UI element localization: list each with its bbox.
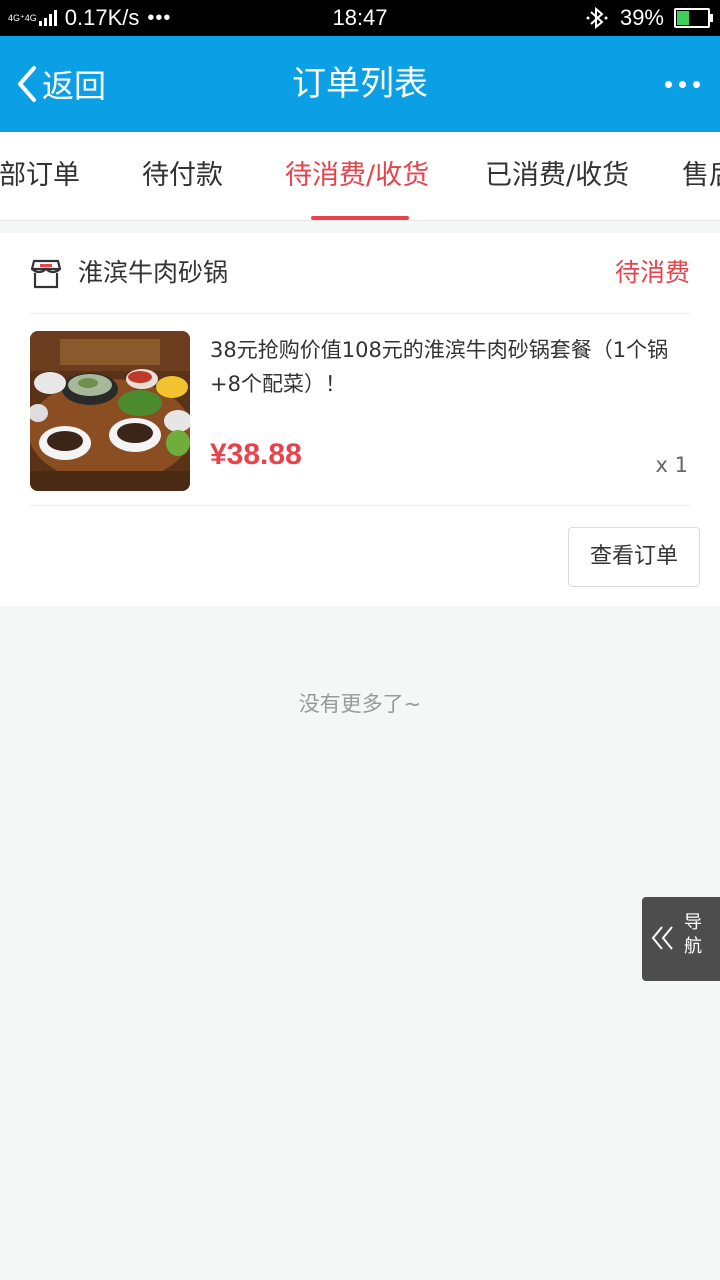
- shop-header[interactable]: 淮滨牛肉砂锅 待消费: [30, 233, 690, 314]
- battery-icon: [674, 8, 713, 28]
- store-icon: [30, 259, 62, 289]
- order-tabs: 全部订单 待付款 待消费/收货 已消费/收货 售后: [0, 132, 720, 221]
- shop-name: 淮滨牛肉砂锅: [78, 258, 229, 287]
- active-tab-indicator: [311, 216, 409, 220]
- status-bar: 4G⁺4G 0.17K/s ••• 18:47 39%: [0, 0, 720, 36]
- status-right: 39%: [584, 0, 713, 36]
- nav-float-button[interactable]: 导航: [642, 897, 720, 981]
- tab-consumed[interactable]: 已消费/收货: [485, 132, 629, 220]
- tab-pending-consumption[interactable]: 待消费/收货: [285, 132, 429, 220]
- battery-fill: [677, 11, 690, 25]
- product-quantity: x 1: [655, 453, 688, 477]
- tab-pending-payment[interactable]: 待付款: [142, 132, 223, 220]
- page-title: 订单列表: [292, 64, 428, 104]
- nav-float-label: 导航: [684, 912, 702, 957]
- more-icon: [658, 80, 700, 88]
- order-status: 待消费: [614, 258, 690, 287]
- bluetooth-icon: [586, 6, 608, 30]
- product-price: ¥38.88: [210, 438, 302, 471]
- product-photo: [30, 331, 190, 491]
- product-title[interactable]: 38元抢购价值108元的淮滨牛肉砂锅套餐（1个锅+8个配菜）！: [210, 333, 690, 401]
- double-chevron-left-icon: [651, 926, 673, 950]
- view-order-button[interactable]: 查看订单: [568, 527, 700, 587]
- tab-all-orders[interactable]: 全部订单: [0, 132, 80, 220]
- product-image[interactable]: [30, 331, 190, 491]
- app-header: 返回 订单列表: [0, 36, 720, 132]
- order-card[interactable]: 淮滨牛肉砂锅 待消费 38元抢购价值108元的淮滨牛肉砂锅套餐（1个锅+8个配菜…: [0, 233, 720, 606]
- list-end-text: 没有更多了~: [298, 692, 422, 716]
- card-divider: [30, 505, 690, 506]
- tab-after-sales[interactable]: 售后: [682, 132, 720, 220]
- battery-percent: 39%: [619, 5, 664, 30]
- more-button[interactable]: [658, 36, 700, 132]
